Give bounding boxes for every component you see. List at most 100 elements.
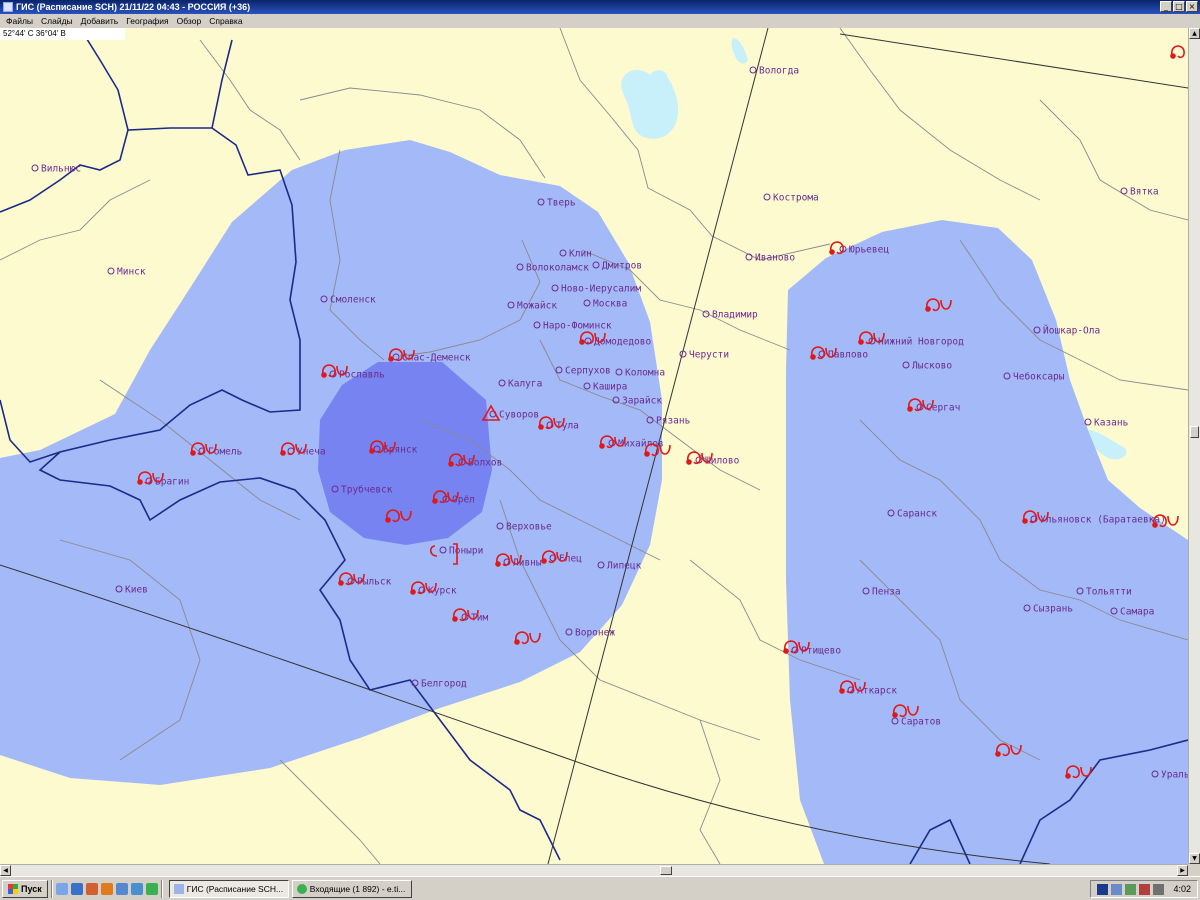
network-icon[interactable] [1111, 883, 1123, 895]
gis-app-icon [173, 883, 184, 894]
start-label: Пуск [21, 883, 42, 894]
system-tray: 4:02 [1090, 880, 1198, 898]
symbol-dot [432, 498, 438, 504]
city[interactable]: Наро-Фоминск [533, 321, 612, 332]
city[interactable]: Белгород [411, 679, 467, 690]
taskbar-item-gis[interactable]: ГИС (Расписание SCH... [168, 879, 289, 898]
symbol-dot [1152, 522, 1158, 528]
city-label: Иваново [755, 253, 795, 264]
city[interactable]: Йошкар-Ола [1033, 325, 1100, 337]
city[interactable]: Тольятти [1076, 587, 1132, 598]
menu-add[interactable]: Добавить [77, 16, 123, 26]
vertical-scroll-thumb[interactable] [1190, 426, 1199, 438]
symbol-dot [280, 450, 286, 456]
volume-icon[interactable] [1153, 883, 1165, 895]
city-label: Владимир [712, 310, 758, 321]
menu-overview[interactable]: Обзор [173, 16, 206, 26]
city-label: Тула [556, 421, 579, 432]
scroll-down-icon[interactable]: ▼ [1189, 853, 1200, 864]
symbol-dot [369, 448, 375, 454]
close-button[interactable]: × [1186, 1, 1198, 12]
window-title-bar[interactable]: ГИС (Расписание SCH) 21/11/22 04:43 - РО… [0, 0, 1200, 14]
city-label: Можайск [517, 301, 557, 312]
city[interactable]: Минск [107, 267, 146, 278]
city-label: Серпухов [565, 366, 611, 377]
city[interactable]: Серпухов [555, 366, 611, 377]
security-icon[interactable] [1139, 883, 1151, 895]
language-icon[interactable] [1097, 883, 1109, 895]
city-label: Вятка [1130, 187, 1159, 198]
horizontal-scroll-thumb[interactable] [660, 866, 672, 875]
menu-files[interactable]: Файлы [2, 16, 37, 26]
taskbar: Пуск ГИС (Расписание SCH... Входящие (1 … [0, 876, 1200, 900]
symbol-dot [995, 751, 1001, 757]
city[interactable]: Владимир [702, 310, 758, 321]
minimize-button[interactable]: _ [1160, 1, 1172, 12]
city-label: Воронеж [575, 628, 615, 639]
symbol-dot [1170, 53, 1176, 59]
city[interactable]: Волоколамск [516, 263, 589, 274]
city-marker-icon [1120, 187, 1128, 195]
city-label: Самара [1120, 607, 1154, 618]
city[interactable]: Чебоксары [1003, 372, 1065, 383]
city[interactable]: Вильнюс [31, 164, 81, 175]
tray-app-icon[interactable] [1125, 883, 1137, 895]
city-label: Наро-Фоминск [543, 321, 612, 332]
city[interactable]: Ново-Иерусалим [551, 284, 641, 295]
symbol-dot [644, 451, 650, 457]
taskbar-item-label: Входящие (1 892) - e.ti... [309, 883, 406, 894]
ie-icon[interactable] [70, 882, 83, 895]
weather-curl-icon[interactable] [1170, 45, 1185, 59]
horizontal-scrollbar[interactable]: ◀ ▶ [0, 864, 1188, 876]
lake-rybinsk [621, 69, 679, 139]
app-icon-2[interactable] [85, 882, 98, 895]
city-label: Сызрань [1033, 604, 1073, 615]
windows-logo-icon [8, 883, 18, 894]
city-label: Верховье [506, 522, 552, 533]
city[interactable]: Иваново [745, 253, 795, 264]
weather-curl-icon[interactable] [829, 241, 844, 255]
city-label: Йошкар-Ола [1043, 325, 1100, 337]
menu-geography[interactable]: География [122, 16, 172, 26]
city[interactable]: Кострома [763, 193, 819, 204]
symbol-dot [410, 589, 416, 595]
city-marker-icon [107, 267, 115, 275]
firefox-icon[interactable] [100, 882, 113, 895]
city-marker-icon [763, 193, 771, 201]
city-label: Лысково [912, 361, 952, 372]
city[interactable]: Черусти [679, 350, 729, 361]
city[interactable]: Смоленск [320, 295, 376, 306]
city[interactable]: Казань [1084, 418, 1129, 429]
symbol-dot [907, 406, 913, 412]
chrome-icon[interactable] [145, 882, 158, 895]
maximize-button[interactable]: □ [1173, 1, 1185, 12]
map-canvas[interactable]: Вологда Вильнюс Тверь Кострома Вятка Клин Дмит… [0, 28, 1188, 864]
symbol-dot [388, 356, 394, 362]
city-label: Кострома [773, 193, 819, 204]
start-button[interactable]: Пуск [2, 879, 48, 898]
vertical-scrollbar[interactable]: ▲ ▼ [1188, 28, 1200, 864]
show-desktop-icon[interactable] [55, 882, 68, 895]
city-marker-icon [1084, 418, 1092, 426]
city-label: Клин [569, 249, 592, 260]
city-label: Саратов [901, 717, 941, 728]
symbol-dot [514, 639, 520, 645]
city[interactable]: Верховье [496, 522, 552, 533]
city-marker-icon [31, 164, 39, 172]
menu-help[interactable]: Справка [205, 16, 246, 26]
symbol-dot [783, 648, 789, 654]
city[interactable]: Трубчевск [331, 485, 393, 496]
app-icon-5[interactable] [130, 882, 143, 895]
menu-slides[interactable]: Слайды [37, 16, 77, 26]
scroll-up-icon[interactable]: ▲ [1189, 28, 1200, 39]
city-label: Тверь [547, 198, 576, 209]
taskbar-item-inbox[interactable]: Входящие (1 892) - e.ti... [291, 879, 412, 898]
scroll-right-icon[interactable]: ▶ [1177, 865, 1188, 876]
city[interactable]: Ульяновск (Баратаевка) [1030, 515, 1166, 526]
coordinates-readout: 52°44' С 36°04' В [0, 28, 125, 40]
symbol-dot [839, 688, 845, 694]
scroll-left-icon[interactable]: ◀ [0, 865, 11, 876]
app-icon-4[interactable] [115, 882, 128, 895]
symbol-dot [686, 459, 692, 465]
map-view[interactable]: Вологда Вильнюс Тверь Кострома Вятка Клин Дмит… [0, 28, 1188, 864]
